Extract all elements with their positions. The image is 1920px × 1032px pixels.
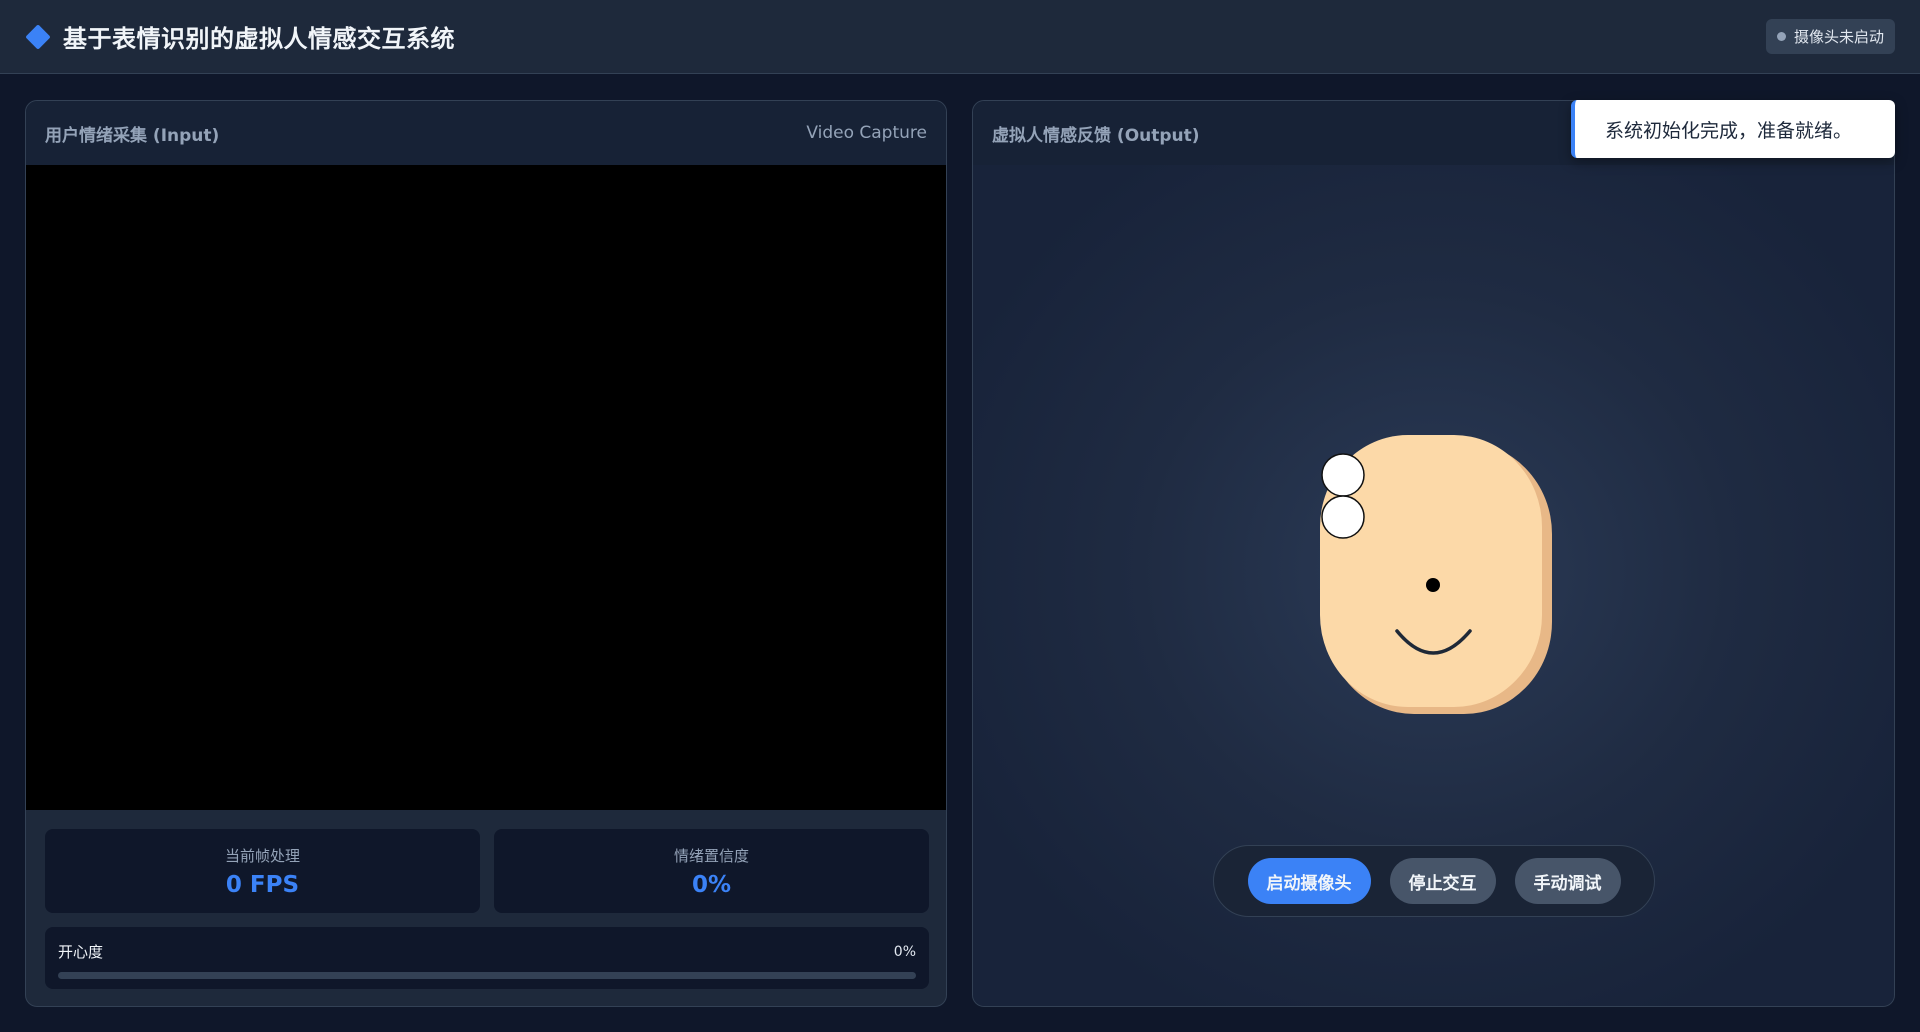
toast-notification: 系统初始化完成，准备就绪。 [1571,100,1895,158]
input-panel-title: 用户情绪采集 (Input) [45,125,220,146]
nose-dot [1426,578,1440,592]
stats-row: 当前帧处理 0 FPS 情绪置信度 0% [45,829,929,913]
toast-message: 系统初始化完成，准备就绪。 [1605,119,1853,142]
stat-label: 情绪置信度 [673,846,749,865]
happiness-label: 开心度 [58,943,104,961]
video-capture-area [26,165,946,810]
input-panel-subtitle: Video Capture [806,123,927,143]
input-panel-header: 用户情绪采集 (Input) Video Capture [26,101,946,165]
stat-value: 0 FPS [225,871,300,898]
manual-debug-button[interactable]: 手动调试 [1514,858,1621,904]
happiness-track [58,972,916,979]
brand: 基于表情识别的虚拟人情感交互系统 [25,19,455,54]
camera-status-badge: 摄像头未启动 [1765,19,1895,54]
status-dot-icon [1776,32,1786,41]
stop-interaction-button[interactable]: 停止交互 [1389,858,1496,904]
input-panel: 用户情绪采集 (Input) Video Capture 当前帧处理 0 FPS… [25,100,947,1007]
app-title: 基于表情识别的虚拟人情感交互系统 [63,25,455,53]
stat-card-confidence: 情绪置信度 0% [494,829,929,913]
stat-label: 当前帧处理 [224,846,300,865]
happiness-meter: 开心度 0% [45,927,929,989]
diamond-icon [25,23,51,50]
output-panel: 虚拟人情感反馈 (Output) 启动摄像头 停止交互 手动调试 [972,100,1895,1007]
stat-card-fps: 当前帧处理 0 FPS [45,829,480,913]
output-panel-title: 虚拟人情感反馈 (Output) [992,125,1200,146]
stat-value: 0% [691,871,732,898]
control-bar: 启动摄像头 停止交互 手动调试 [1213,845,1655,917]
happiness-value: 0% [893,943,916,960]
app-header: 基于表情识别的虚拟人情感交互系统 摄像头未启动 [0,0,1920,74]
start-camera-button[interactable]: 启动摄像头 [1247,858,1371,904]
eye-right-icon [1321,495,1365,539]
camera-status-text: 摄像头未启动 [1793,28,1884,46]
eye-left-icon [1321,453,1365,497]
